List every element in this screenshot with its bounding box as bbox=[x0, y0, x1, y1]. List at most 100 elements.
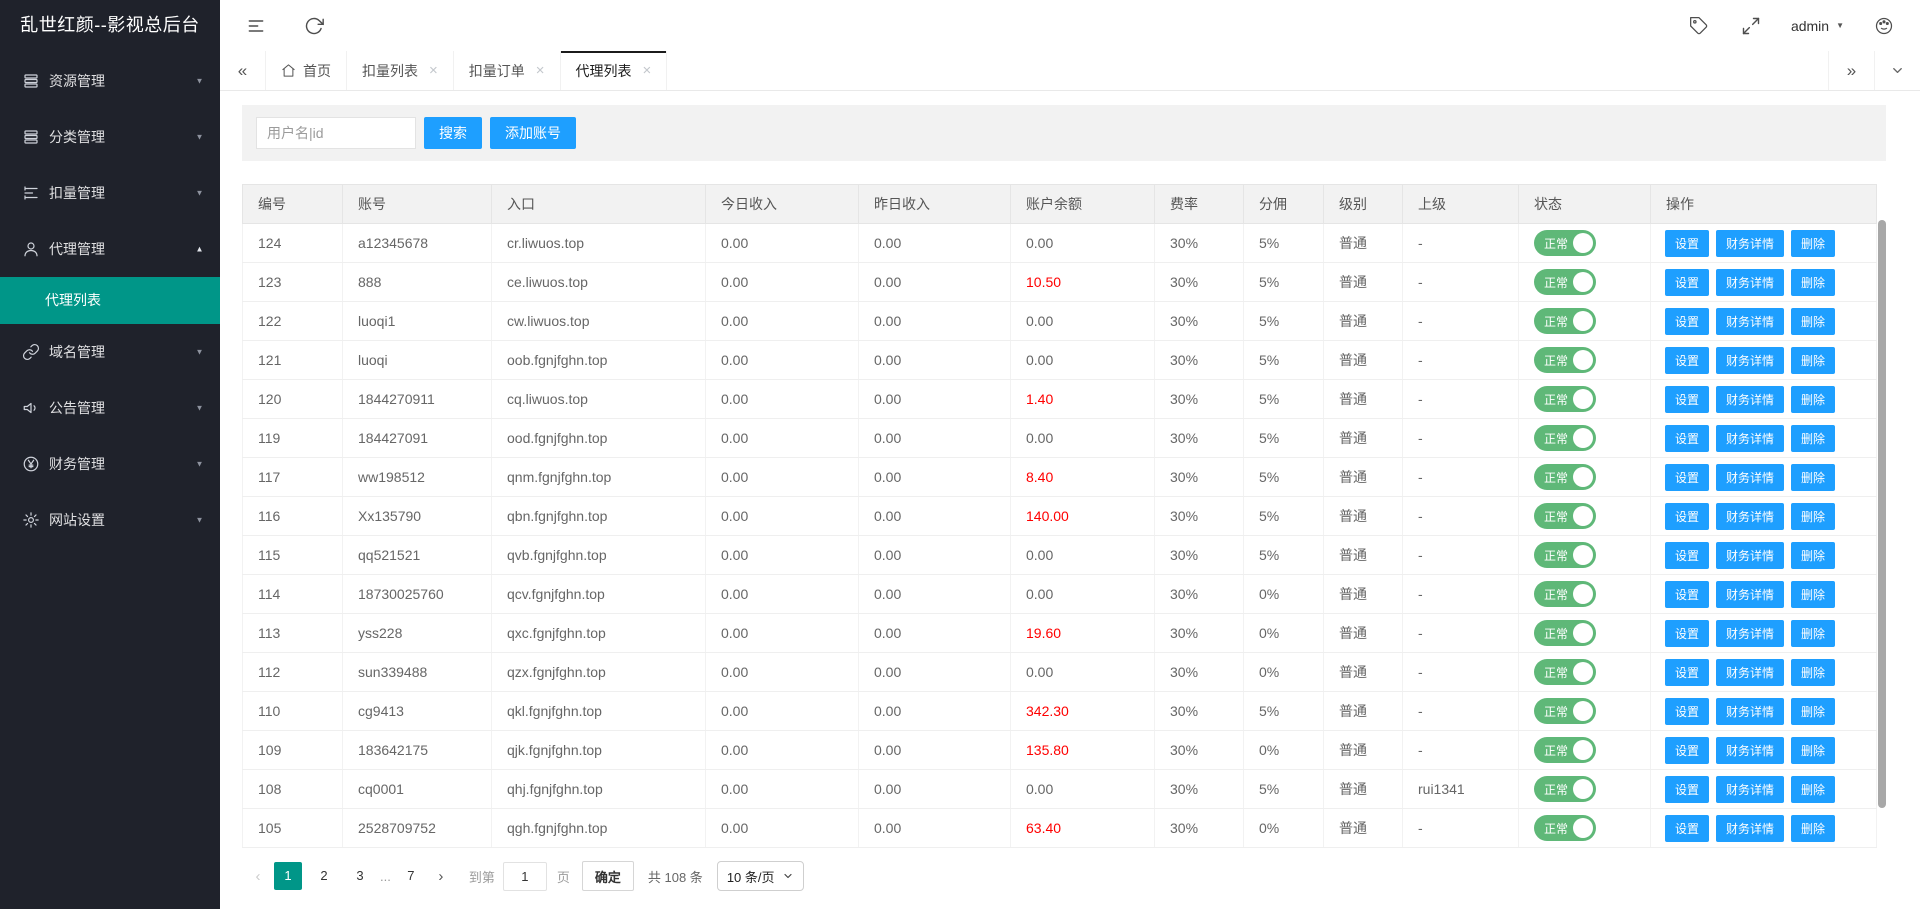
delete-button[interactable]: 删除 bbox=[1791, 620, 1835, 647]
delete-button[interactable]: 删除 bbox=[1791, 659, 1835, 686]
settings-button[interactable]: 设置 bbox=[1665, 659, 1709, 686]
settings-button[interactable]: 设置 bbox=[1665, 347, 1709, 374]
refresh-icon[interactable] bbox=[304, 16, 324, 36]
page-number-button[interactable]: 7 bbox=[397, 862, 425, 890]
tabs-menu-button[interactable] bbox=[1874, 51, 1920, 90]
sidebar-item-domain[interactable]: 域名管理▼ bbox=[0, 324, 220, 380]
status-toggle[interactable]: 正常 bbox=[1534, 776, 1596, 802]
finance-detail-button[interactable]: 财务详情 bbox=[1716, 386, 1784, 413]
delete-button[interactable]: 删除 bbox=[1791, 815, 1835, 842]
finance-detail-button[interactable]: 财务详情 bbox=[1716, 347, 1784, 374]
finance-detail-button[interactable]: 财务详情 bbox=[1716, 464, 1784, 491]
settings-button[interactable]: 设置 bbox=[1665, 698, 1709, 725]
next-page-button[interactable]: › bbox=[429, 868, 453, 885]
status-toggle[interactable]: 正常 bbox=[1534, 581, 1596, 607]
finance-detail-button[interactable]: 财务详情 bbox=[1716, 815, 1784, 842]
settings-button[interactable]: 设置 bbox=[1665, 230, 1709, 257]
status-toggle[interactable]: 正常 bbox=[1534, 737, 1596, 763]
settings-button[interactable]: 设置 bbox=[1665, 386, 1709, 413]
finance-detail-button[interactable]: 财务详情 bbox=[1716, 269, 1784, 296]
delete-button[interactable]: 删除 bbox=[1791, 308, 1835, 335]
finance-detail-button[interactable]: 财务详情 bbox=[1716, 542, 1784, 569]
tabs-scroll-right-button[interactable]: » bbox=[1828, 51, 1874, 90]
tab-agent-list[interactable]: 代理列表× bbox=[561, 51, 668, 90]
delete-button[interactable]: 删除 bbox=[1791, 347, 1835, 374]
status-toggle[interactable]: 正常 bbox=[1534, 386, 1596, 412]
delete-button[interactable]: 删除 bbox=[1791, 503, 1835, 530]
search-input[interactable] bbox=[256, 117, 416, 149]
finance-detail-button[interactable]: 财务详情 bbox=[1716, 581, 1784, 608]
tab-deduction-list[interactable]: 扣量列表× bbox=[347, 51, 454, 90]
settings-button[interactable]: 设置 bbox=[1665, 620, 1709, 647]
page-size-select[interactable]: 10 条/页 bbox=[717, 861, 804, 891]
delete-button[interactable]: 删除 bbox=[1791, 230, 1835, 257]
finance-detail-button[interactable]: 财务详情 bbox=[1716, 776, 1784, 803]
settings-button[interactable]: 设置 bbox=[1665, 776, 1709, 803]
status-toggle[interactable]: 正常 bbox=[1534, 542, 1596, 568]
settings-button[interactable]: 设置 bbox=[1665, 815, 1709, 842]
close-tab-icon[interactable]: × bbox=[429, 63, 438, 78]
close-tab-icon[interactable]: × bbox=[536, 63, 545, 78]
delete-button[interactable]: 删除 bbox=[1791, 776, 1835, 803]
delete-button[interactable]: 删除 bbox=[1791, 542, 1835, 569]
finance-detail-button[interactable]: 财务详情 bbox=[1716, 698, 1784, 725]
sidebar-item-announcement[interactable]: 公告管理▼ bbox=[0, 380, 220, 436]
status-toggle[interactable]: 正常 bbox=[1534, 503, 1596, 529]
fullscreen-icon[interactable] bbox=[1741, 16, 1761, 36]
sidebar-item-site-settings[interactable]: 网站设置▼ bbox=[0, 492, 220, 548]
page-number-button[interactable]: 1 bbox=[274, 862, 302, 890]
table-scrollbar-thumb[interactable] bbox=[1878, 220, 1886, 808]
tab-deduction-orders[interactable]: 扣量订单× bbox=[454, 51, 561, 90]
user-menu[interactable]: admin ▼ bbox=[1791, 18, 1844, 34]
page-number-button[interactable]: 2 bbox=[310, 862, 338, 890]
finance-detail-button[interactable]: 财务详情 bbox=[1716, 230, 1784, 257]
settings-button[interactable]: 设置 bbox=[1665, 581, 1709, 608]
sidebar-item-resource[interactable]: 资源管理▼ bbox=[0, 53, 220, 109]
delete-button[interactable]: 删除 bbox=[1791, 425, 1835, 452]
search-button[interactable]: 搜索 bbox=[424, 117, 482, 149]
finance-detail-button[interactable]: 财务详情 bbox=[1716, 737, 1784, 764]
settings-button[interactable]: 设置 bbox=[1665, 269, 1709, 296]
sidebar-item-finance[interactable]: 财务管理▼ bbox=[0, 436, 220, 492]
status-toggle[interactable]: 正常 bbox=[1534, 308, 1596, 334]
delete-button[interactable]: 删除 bbox=[1791, 698, 1835, 725]
tabs-scroll-left-button[interactable]: « bbox=[220, 51, 266, 90]
delete-button[interactable]: 删除 bbox=[1791, 737, 1835, 764]
prev-page-button[interactable]: ‹ bbox=[246, 868, 270, 885]
status-toggle[interactable]: 正常 bbox=[1534, 230, 1596, 256]
sidebar-item-category[interactable]: 分类管理▼ bbox=[0, 109, 220, 165]
close-tab-icon[interactable]: × bbox=[643, 63, 652, 78]
settings-button[interactable]: 设置 bbox=[1665, 464, 1709, 491]
finance-detail-button[interactable]: 财务详情 bbox=[1716, 308, 1784, 335]
add-account-button[interactable]: 添加账号 bbox=[490, 117, 576, 149]
finance-detail-button[interactable]: 财务详情 bbox=[1716, 620, 1784, 647]
settings-button[interactable]: 设置 bbox=[1665, 425, 1709, 452]
status-toggle[interactable]: 正常 bbox=[1534, 464, 1596, 490]
status-toggle[interactable]: 正常 bbox=[1534, 815, 1596, 841]
tab-home[interactable]: 首页 bbox=[266, 51, 347, 90]
confirm-button[interactable]: 确定 bbox=[582, 861, 634, 891]
page-number-button[interactable]: 3 bbox=[346, 862, 374, 890]
sidebar-item-deduction[interactable]: 扣量管理▼ bbox=[0, 165, 220, 221]
status-toggle[interactable]: 正常 bbox=[1534, 269, 1596, 295]
theme-palette-icon[interactable] bbox=[1874, 16, 1894, 36]
status-toggle[interactable]: 正常 bbox=[1534, 347, 1596, 373]
collapse-sidebar-icon[interactable] bbox=[246, 16, 266, 36]
settings-button[interactable]: 设置 bbox=[1665, 542, 1709, 569]
status-toggle[interactable]: 正常 bbox=[1534, 620, 1596, 646]
status-toggle[interactable]: 正常 bbox=[1534, 698, 1596, 724]
settings-button[interactable]: 设置 bbox=[1665, 308, 1709, 335]
sidebar-subitem-agent-list[interactable]: 代理列表 bbox=[0, 277, 220, 324]
delete-button[interactable]: 删除 bbox=[1791, 464, 1835, 491]
status-toggle[interactable]: 正常 bbox=[1534, 659, 1596, 685]
finance-detail-button[interactable]: 财务详情 bbox=[1716, 425, 1784, 452]
tag-icon[interactable] bbox=[1689, 16, 1709, 36]
delete-button[interactable]: 删除 bbox=[1791, 581, 1835, 608]
settings-button[interactable]: 设置 bbox=[1665, 737, 1709, 764]
status-toggle[interactable]: 正常 bbox=[1534, 425, 1596, 451]
finance-detail-button[interactable]: 财务详情 bbox=[1716, 503, 1784, 530]
finance-detail-button[interactable]: 财务详情 bbox=[1716, 659, 1784, 686]
delete-button[interactable]: 删除 bbox=[1791, 269, 1835, 296]
sidebar-item-agent[interactable]: 代理管理▲ bbox=[0, 221, 220, 277]
goto-page-input[interactable] bbox=[503, 862, 547, 891]
